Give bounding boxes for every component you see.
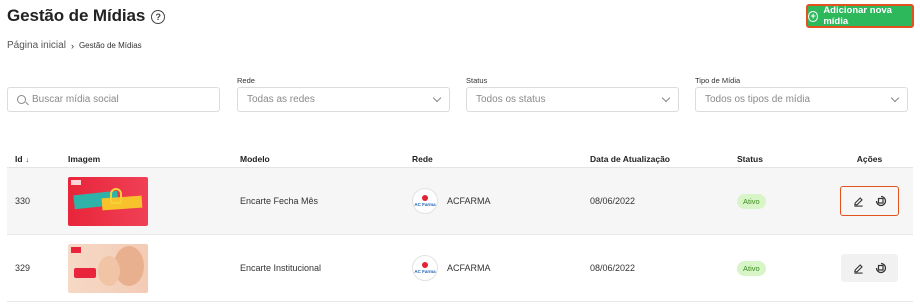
column-id-label: Id <box>15 153 23 164</box>
filter-rede-label: Rede <box>237 76 255 85</box>
table-row: 329 Encarte Institucional AC Farma ACFAR… <box>7 235 913 302</box>
search-input[interactable]: Buscar mídia social <box>7 87 220 112</box>
row-data: 08/06/2022 <box>590 263 636 273</box>
row-id: 330 <box>15 196 31 206</box>
lock-icon <box>110 187 122 204</box>
media-thumbnail[interactable] <box>68 243 148 293</box>
thumbnail-tag <box>71 246 81 253</box>
row-id: 329 <box>15 263 31 273</box>
duplicate-icon[interactable] <box>875 262 887 274</box>
column-acoes: Ações <box>856 153 883 164</box>
actions-group <box>840 186 899 216</box>
row-rede-name: ACFARMA <box>447 196 491 206</box>
row-status-cell: Ativo <box>729 260 826 276</box>
filter-rede: Rede Todas as redes <box>237 76 450 112</box>
logo-text: AC Farma <box>414 269 436 274</box>
filter-tipo-label: Tipo de Mídia <box>695 76 741 85</box>
column-id[interactable]: Id ↓ <box>7 154 60 164</box>
status-select[interactable]: Todos os status <box>466 87 679 112</box>
sort-down-icon: ↓ <box>25 156 30 164</box>
row-modelo: Encarte Institucional <box>240 263 322 273</box>
page-title: Gestão de Mídias <box>7 6 146 25</box>
row-modelo: Encarte Fecha Mês <box>240 196 319 206</box>
chevron-down-icon <box>432 93 442 103</box>
column-rede: Rede <box>412 153 433 164</box>
breadcrumb-separator: › <box>70 40 74 51</box>
tipo-select-value: Todos os tipos de mídia <box>705 94 811 105</box>
status-select-value: Todos os status <box>476 94 546 105</box>
edit-icon[interactable] <box>852 262 864 274</box>
row-rede: AC Farma ACFARMA <box>404 255 582 281</box>
tipo-select[interactable]: Todos os tipos de mídia <box>695 87 908 112</box>
actions-group <box>841 254 898 282</box>
chevron-down-icon <box>890 93 900 103</box>
search-icon <box>17 95 26 104</box>
thumbnail-tag <box>71 179 81 185</box>
duplicate-icon[interactable] <box>875 195 887 207</box>
breadcrumb: Página inicial › Gestão de Mídias <box>7 40 142 51</box>
network-logo: AC Farma <box>412 188 438 214</box>
search-placeholder: Buscar mídia social <box>32 94 119 105</box>
filter-status: Status Todos os status <box>466 76 679 112</box>
column-modelo: Modelo <box>240 153 270 164</box>
filter-tipo: Tipo de Mídia Todos os tipos de mídia <box>695 76 908 112</box>
row-image-cell <box>60 176 232 226</box>
logo-mark <box>422 262 428 268</box>
title-row: Gestão de Mídias ? <box>7 6 166 26</box>
status-badge: Ativo <box>737 193 766 209</box>
breadcrumb-current: Gestão de Mídias <box>78 41 142 50</box>
question-circle-icon[interactable]: ? <box>151 9 166 24</box>
row-actions-cell <box>826 254 913 282</box>
row-rede-name: ACFARMA <box>447 263 491 273</box>
logo-mark <box>422 195 428 201</box>
media-thumbnail[interactable] <box>68 176 148 226</box>
column-data: Data de Atualização <box>590 153 670 164</box>
table-row: 330 Encarte Fecha Mês AC Farma ACFARMA 0… <box>7 168 913 235</box>
add-media-button-label: Adicionar nova mídia <box>823 5 892 27</box>
row-status-cell: Ativo <box>729 193 826 209</box>
table-header: Id ↓ Imagem Modelo Rede Data de Atualizaç… <box>7 150 913 168</box>
thumbnail-person <box>98 255 120 286</box>
status-badge: Ativo <box>737 260 766 276</box>
row-data: 08/06/2022 <box>590 196 636 206</box>
rede-select[interactable]: Todas as redes <box>237 87 450 112</box>
breadcrumb-home[interactable]: Página inicial <box>7 40 66 51</box>
chevron-down-icon <box>661 93 671 103</box>
media-table: Id ↓ Imagem Modelo Rede Data de Atualizaç… <box>7 150 913 302</box>
edit-icon[interactable] <box>852 195 864 207</box>
thumbnail-caption <box>74 267 96 278</box>
thumbnail-band <box>101 195 143 210</box>
filter-status-label: Status <box>466 76 488 85</box>
logo-text: AC Farma <box>414 202 436 207</box>
row-actions-cell <box>826 186 913 216</box>
column-imagem: Imagem <box>68 153 101 164</box>
network-logo: AC Farma <box>412 255 438 281</box>
rede-select-value: Todas as redes <box>247 94 315 105</box>
row-image-cell <box>60 243 232 293</box>
row-rede: AC Farma ACFARMA <box>404 188 582 214</box>
add-media-button[interactable]: + Adicionar nova mídia <box>806 4 914 28</box>
plus-circle-icon: + <box>808 10 819 22</box>
column-status: Status <box>737 153 763 164</box>
